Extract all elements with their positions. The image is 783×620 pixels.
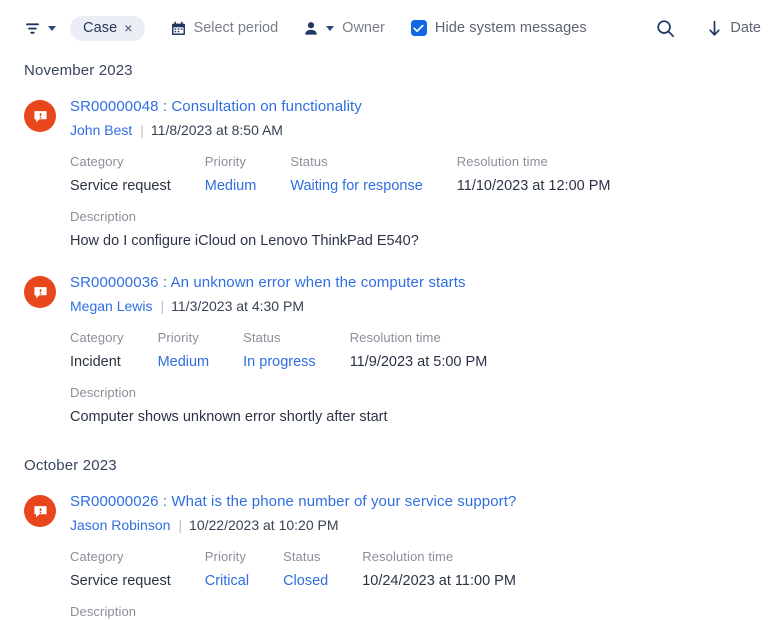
case-body: SR00000036 : An unknown error when the c…: [70, 273, 761, 427]
case-description-block: Description: [70, 604, 761, 620]
filter-chip-label: Case: [83, 20, 118, 36]
case-field-value: Incident: [70, 354, 121, 370]
case-description-label: Description: [70, 385, 137, 400]
case-meta: Megan Lewis | 11/3/2023 at 4:30 PM: [70, 297, 761, 316]
case-field-label: Resolution time: [362, 549, 454, 564]
person-icon: [304, 21, 318, 36]
case-list-item[interactable]: SR00000036 : An unknown error when the c…: [24, 273, 761, 427]
month-header: October 2023: [24, 457, 117, 474]
search-icon[interactable]: [656, 19, 675, 38]
case-field-label: Resolution time: [349, 330, 441, 345]
case-speech-bubble-icon: [24, 100, 56, 132]
arrow-down-icon[interactable]: [707, 20, 722, 37]
case-field-row: Category Incident Priority Medium Status In p…: [70, 330, 761, 372]
meta-separator: |: [178, 517, 183, 533]
case-list-item[interactable]: SR00000026 : What is the phone number of…: [24, 492, 761, 620]
case-field: Category Service request: [70, 154, 205, 196]
case-date: 11/3/2023 at 4:30 PM: [171, 298, 304, 314]
case-date: 11/8/2023 at 8:50 AM: [150, 122, 283, 138]
filter-toolbar: Case × Select period Owner Hide system m…: [0, 0, 783, 56]
case-description-text: Computer shows unknown error shortly aft…: [70, 409, 388, 425]
case-field-label: Status: [243, 330, 281, 345]
case-field-value: 11/10/2023 at 12:00 PM: [456, 178, 611, 194]
case-list-item[interactable]: SR00000048 : Consultation on functionali…: [24, 97, 761, 251]
case-field-value[interactable]: Waiting for response: [290, 177, 422, 196]
meta-separator: |: [160, 298, 165, 314]
case-field-value: Service request: [70, 573, 171, 589]
case-author-link[interactable]: John Best: [70, 122, 132, 138]
case-field-label: Category: [70, 154, 124, 169]
sort-by-date-button[interactable]: Date: [707, 20, 761, 37]
case-field-value[interactable]: In progress: [243, 353, 316, 372]
hide-system-messages-toggle[interactable]: Hide system messages: [410, 20, 587, 36]
case-meta: Jason Robinson | 10/22/2023 at 10:20 PM: [70, 516, 761, 535]
case-author-link[interactable]: Jason Robinson: [70, 517, 170, 533]
case-field-value: 11/9/2023 at 5:00 PM: [349, 354, 488, 370]
case-description-block: Description How do I configure iCloud on …: [70, 209, 761, 251]
case-field-label: Priority: [157, 330, 199, 345]
case-field-label: Status: [290, 154, 328, 169]
case-field: Status Waiting for response: [290, 154, 456, 196]
case-date: 10/22/2023 at 10:20 PM: [189, 517, 339, 533]
case-body: SR00000048 : Consultation on functionali…: [70, 97, 761, 251]
case-field-label: Priority: [204, 154, 246, 169]
case-field: Resolution time 10/24/2023 at 11:00 PM: [362, 549, 550, 591]
case-field: Category Incident: [70, 330, 158, 372]
case-meta: John Best | 11/8/2023 at 8:50 AM: [70, 121, 761, 140]
case-field-label: Priority: [204, 549, 246, 564]
case-title-link[interactable]: SR00000026 : What is the phone number of…: [70, 492, 516, 512]
case-field: Priority Medium: [158, 330, 244, 372]
case-field-label: Category: [70, 549, 124, 564]
filter-chip-case[interactable]: Case ×: [70, 15, 145, 41]
case-field: Resolution time 11/10/2023 at 12:00 PM: [457, 154, 645, 196]
case-field-label: Resolution time: [456, 154, 548, 169]
filter-control[interactable]: [24, 13, 56, 43]
filter-chevron-down-icon[interactable]: [48, 25, 56, 31]
filter-icon[interactable]: [24, 20, 41, 37]
hide-system-messages-label: Hide system messages: [434, 20, 587, 36]
owner-chevron-down-icon[interactable]: [326, 25, 335, 31]
case-field: Status Closed: [283, 549, 362, 591]
meta-separator: |: [140, 122, 144, 138]
case-field-value[interactable]: Closed: [283, 572, 328, 591]
case-field-row: Category Service request Priority Critical S…: [70, 549, 761, 591]
owner-label: Owner: [342, 20, 385, 36]
case-field-label: Status: [283, 549, 321, 564]
sort-by-date-label: Date: [730, 20, 761, 36]
case-field-value[interactable]: Critical: [205, 572, 249, 591]
case-field: Status In progress: [243, 330, 350, 372]
case-title-link[interactable]: SR00000036 : An unknown error when the c…: [70, 273, 466, 293]
case-field: Category Service request: [70, 549, 205, 591]
case-description-label: Description: [70, 209, 137, 224]
case-body: SR00000026 : What is the phone number of…: [70, 492, 761, 620]
case-description-block: Description Computer shows unknown error …: [70, 385, 761, 427]
case-field: Priority Critical: [205, 549, 283, 591]
case-field-row: Category Service request Priority Medium Sta…: [70, 154, 761, 196]
case-field-value[interactable]: Medium: [158, 353, 210, 372]
hide-system-messages-checkbox[interactable]: [410, 20, 427, 36]
case-speech-bubble-icon: [24, 495, 56, 527]
owner-filter-button[interactable]: Owner: [304, 20, 385, 36]
month-header: November 2023: [24, 62, 133, 79]
case-description-label: Description: [70, 604, 137, 619]
select-period-label: Select period: [193, 20, 279, 36]
case-field-label: Category: [70, 330, 124, 345]
case-description-text: How do I configure iCloud on Lenovo Thin…: [70, 233, 419, 249]
case-field: Priority Medium: [205, 154, 291, 196]
case-title-link[interactable]: SR00000048 : Consultation on functionali…: [70, 97, 362, 117]
case-speech-bubble-icon: [24, 276, 56, 308]
case-author-link[interactable]: Megan Lewis: [70, 298, 153, 314]
case-field-value: 10/24/2023 at 11:00 PM: [362, 573, 516, 589]
case-field-value[interactable]: Medium: [205, 177, 257, 196]
calendar-icon: [171, 21, 186, 36]
case-field-value: Service request: [70, 178, 171, 194]
select-period-button[interactable]: Select period: [171, 20, 279, 36]
case-field: Resolution time 11/9/2023 at 5:00 PM: [350, 330, 522, 372]
filter-chip-remove-icon[interactable]: ×: [124, 21, 132, 35]
case-feed: November 2023 SR00000048 : Consultation o…: [0, 62, 783, 620]
